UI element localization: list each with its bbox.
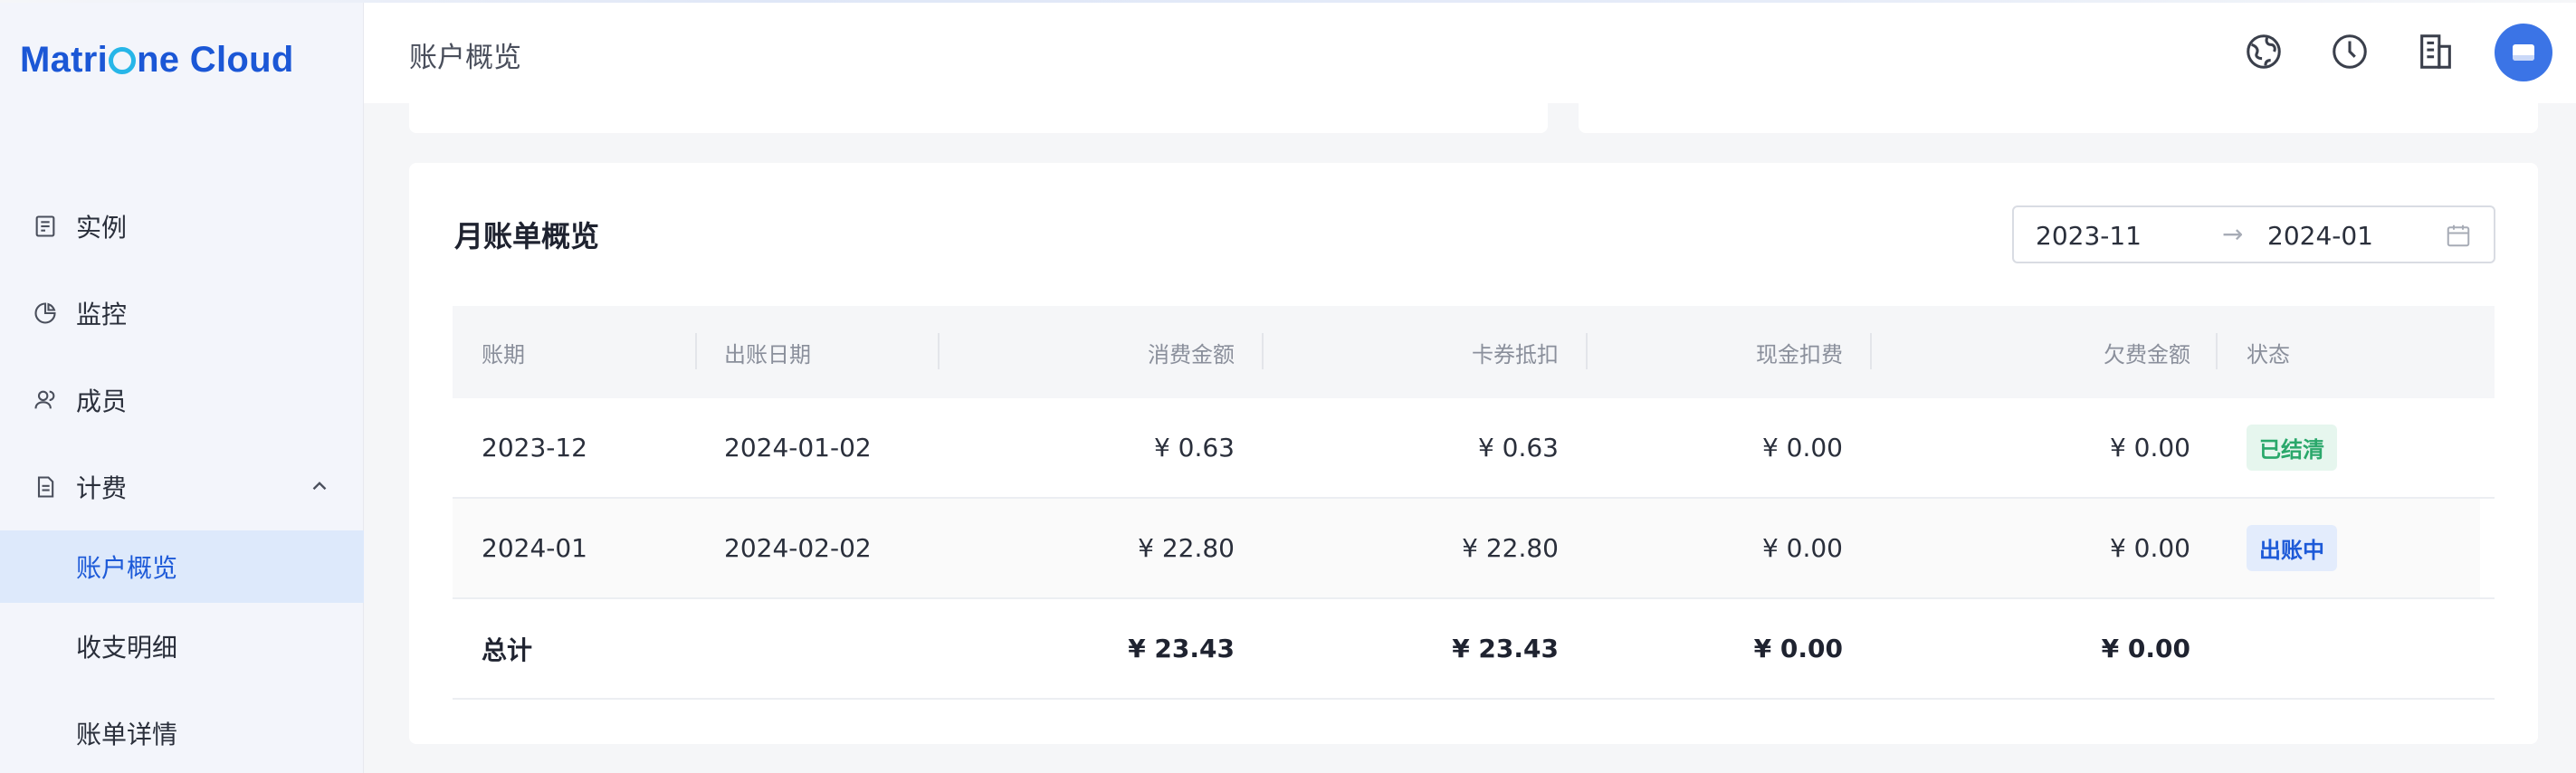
cell-arrears: ¥ 0.00 [2109, 433, 2190, 463]
table-row[interactable]: 2023-12 2024-01-02 ¥ 0.63 ¥ 0.63 ¥ 0.00 … [453, 398, 2495, 499]
globe-icon[interactable] [2239, 27, 2288, 76]
building-icon[interactable] [2411, 27, 2460, 76]
status-badge: 已结清 [2247, 425, 2337, 471]
logo-text-left: Matri [20, 40, 109, 80]
column-divider [2216, 333, 2218, 369]
col-header-cash: 现金扣费 [1756, 341, 1843, 367]
cell-total-arrears: ¥ 0.00 [2101, 634, 2190, 663]
members-icon [33, 387, 58, 413]
col-header-period: 账期 [482, 341, 525, 367]
billing-icon [33, 474, 58, 500]
col-header-status: 状态 [2247, 341, 2290, 367]
summary-card-left [409, 103, 1548, 133]
table-row-total: 总计 ¥ 23.43 ¥ 23.43 ¥ 0.00 ¥ 0.00 [453, 599, 2495, 700]
sidebar-item-members[interactable]: 成员 [0, 357, 364, 444]
range-arrow-icon: → [2222, 219, 2244, 249]
sidebar: Matri ne Cloud 实例 监控 成员 计费 账户概览 收支明细 账单详… [0, 0, 364, 773]
month-range-picker[interactable]: 2023-11 → 2024-01 [2012, 205, 2495, 263]
cell-total-label: 总计 [482, 635, 533, 665]
avatar[interactable] [2495, 24, 2552, 81]
instance-icon [33, 214, 58, 239]
cell-arrears: ¥ 0.00 [2109, 533, 2190, 563]
cell-cash: ¥ 0.00 [1761, 533, 1843, 563]
sidebar-menu: 实例 监控 成员 计费 账户概览 收支明细 账单详情 [0, 183, 364, 773]
cell-coupon: ¥ 0.63 [1477, 433, 1559, 463]
cell-coupon: ¥ 22.80 [1462, 533, 1559, 563]
col-header-date: 出账日期 [724, 341, 811, 367]
sidebar-item-label: 计费 [76, 473, 128, 503]
column-divider [938, 333, 940, 369]
cell-spend: ¥ 22.80 [1138, 533, 1235, 563]
range-end-input[interactable]: 2024-01 [2267, 221, 2373, 251]
avatar-image-icon [2513, 44, 2534, 61]
calendar-icon[interactable] [2445, 222, 2472, 249]
monthly-bill-table: 账期 出账日期 消费金额 卡券抵扣 现金扣费 欠费金额 状态 2023-12 2… [453, 306, 2495, 700]
card-title: 月账单概览 [454, 219, 600, 253]
logo-ring-icon [109, 47, 137, 74]
sidebar-item-billing[interactable]: 计费 [0, 444, 364, 530]
table-header: 账期 出账日期 消费金额 卡券抵扣 现金扣费 欠费金额 状态 [453, 306, 2495, 398]
pie-chart-icon [33, 301, 58, 326]
cell-cash: ¥ 0.00 [1761, 433, 1843, 463]
cell-date: 2024-01-02 [724, 433, 872, 463]
sidebar-item-label: 实例 [76, 213, 128, 243]
column-divider [1586, 333, 1588, 369]
logo-text-right: ne Cloud [137, 40, 294, 80]
status-badge: 出账中 [2247, 525, 2337, 571]
column-divider [695, 333, 697, 369]
cell-status: 出账中 [2247, 499, 2337, 597]
logo[interactable]: Matri ne Cloud [20, 40, 294, 81]
page-title: 账户概览 [409, 42, 521, 74]
cell-spend: ¥ 0.63 [1153, 433, 1235, 463]
clock-icon[interactable] [2325, 27, 2374, 76]
column-divider [1262, 333, 1264, 369]
sidebar-subitem-bill-details[interactable]: 账单详情 [0, 690, 364, 773]
sidebar-item-label: 监控 [76, 300, 128, 329]
top-accent-line [0, 0, 2576, 3]
cell-period: 2023-12 [482, 433, 587, 463]
cell-total-spend: ¥ 23.43 [1128, 634, 1235, 663]
sidebar-subitem-income-expense[interactable]: 收支明细 [0, 603, 364, 690]
sidebar-item-instances[interactable]: 实例 [0, 183, 364, 270]
col-header-coupon: 卡券抵扣 [1472, 341, 1559, 367]
col-header-arrears: 欠费金额 [2104, 341, 2190, 367]
chevron-up-icon[interactable] [308, 474, 331, 498]
cell-total-cash: ¥ 0.00 [1753, 634, 1843, 663]
sidebar-item-label: 成员 [76, 386, 128, 416]
table-row[interactable]: 2024-01 2024-02-02 ¥ 22.80 ¥ 22.80 ¥ 0.0… [453, 499, 2495, 599]
sidebar-item-monitoring[interactable]: 监控 [0, 270, 364, 357]
cell-status: 已结清 [2247, 398, 2337, 497]
monthly-bill-card: 月账单概览 2023-11 → 2024-01 账期 出账日期 消费金额 卡券抵… [409, 163, 2538, 744]
range-start-input[interactable]: 2023-11 [2036, 221, 2142, 251]
summary-card-right [1579, 103, 2538, 133]
column-divider [1870, 333, 1872, 369]
cell-total-coupon: ¥ 23.43 [1452, 634, 1559, 663]
sidebar-subitem-account-overview[interactable]: 账户概览 [0, 530, 364, 603]
col-header-spend: 消费金额 [1148, 341, 1235, 367]
cell-date: 2024-02-02 [724, 533, 872, 563]
cell-period: 2024-01 [482, 533, 587, 563]
